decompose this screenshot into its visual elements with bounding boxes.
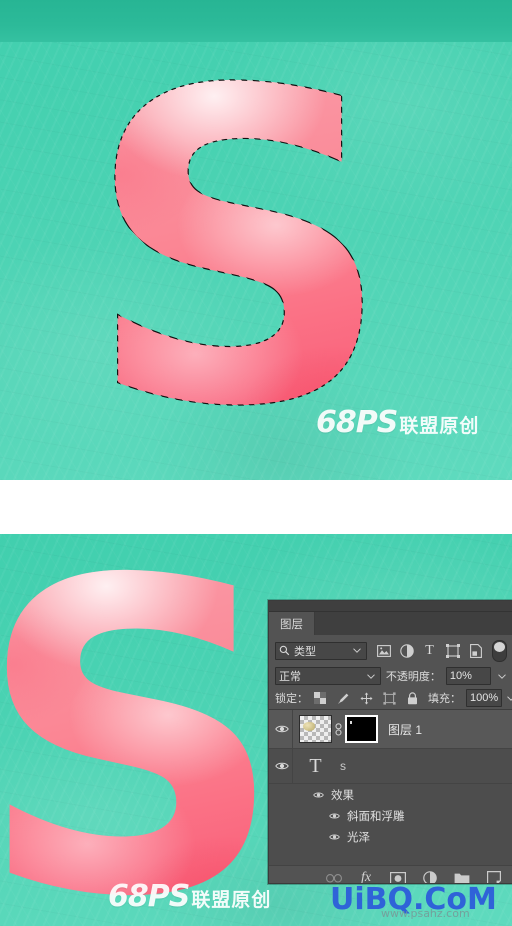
- new-group-button[interactable]: [454, 870, 470, 883]
- add-layer-mask-button[interactable]: [390, 870, 406, 883]
- watermark-68ps-top: 68PS 联盟原创: [316, 405, 479, 440]
- lock-fill-row[interactable]: 锁定： 填充： 100%: [269, 687, 512, 709]
- layer-name[interactable]: s: [340, 759, 346, 773]
- table-row[interactable]: 图层 1: [269, 710, 512, 749]
- table-row[interactable]: T s: [269, 749, 512, 784]
- effects-group-row[interactable]: 效果: [269, 784, 512, 805]
- watermark-brand: 68PS: [316, 405, 398, 440]
- opacity-input[interactable]: 10%: [445, 667, 492, 685]
- letter-s-glyph-bottom: S: [0, 534, 286, 926]
- mask-link-icon[interactable]: [332, 722, 345, 736]
- effect-visibility-toggle[interactable]: [327, 826, 341, 847]
- effect-row-satin[interactable]: 光泽: [269, 826, 512, 847]
- filter-type-icons[interactable]: T: [376, 643, 483, 658]
- before-canvas: S S 68PS 联盟原创: [0, 0, 512, 480]
- new-adjustment-layer-button[interactable]: [422, 870, 438, 883]
- filter-type-icon[interactable]: T: [422, 643, 437, 658]
- filter-kind-select[interactable]: 类型: [275, 641, 367, 660]
- lock-label: 锁定：: [275, 693, 308, 705]
- effect-row-bevel-emboss[interactable]: 斜面和浮雕: [269, 805, 512, 826]
- filter-smartobject-icon[interactable]: [468, 643, 483, 658]
- layer-effects-group[interactable]: 效果 斜面和浮雕 光泽: [269, 784, 512, 865]
- opacity-chevron-down-icon[interactable]: [496, 673, 507, 679]
- layers-panel[interactable]: 图层 类型 T 正常 不透明度： 10% 锁定： 填充： 100% 图层 1 T…: [268, 600, 512, 884]
- panel-bottom-toolbar[interactable]: fx: [269, 865, 512, 884]
- opacity-value: 10%: [449, 670, 472, 682]
- watermark-68ps-bottom: 68PS 联盟原创: [108, 879, 271, 914]
- layer-style-fx-button[interactable]: fx: [358, 870, 374, 884]
- effect-visibility-toggle[interactable]: [327, 805, 341, 826]
- layer-list[interactable]: 图层 1 T s 效果 斜面和浮雕 光泽: [269, 709, 512, 865]
- letter-s-top: S: [84, 36, 394, 466]
- letter-s-bottom: S: [0, 534, 286, 926]
- site-watermark-url: www.psahz.com: [381, 907, 470, 920]
- watermark-brand: 68PS: [108, 879, 190, 914]
- effects-visibility-toggle[interactable]: [311, 784, 325, 805]
- lock-artboard-icon[interactable]: [382, 691, 396, 705]
- fill-label: 填充：: [428, 693, 461, 705]
- tab-layers-label: 图层: [280, 618, 303, 631]
- fill-input[interactable]: 100%: [466, 689, 503, 707]
- fill-chevron-down-icon[interactable]: [507, 695, 512, 701]
- layer-thumbnail[interactable]: [299, 715, 332, 743]
- filter-enable-toggle[interactable]: [492, 639, 507, 662]
- watermark-suffix: 联盟原创: [399, 415, 480, 437]
- tab-layers[interactable]: 图层: [269, 612, 315, 635]
- new-layer-button[interactable]: [486, 870, 502, 883]
- layer-filter-row[interactable]: 类型 T: [269, 635, 512, 665]
- effect-label: 斜面和浮雕: [347, 810, 405, 823]
- lock-transparent-pixels-icon[interactable]: [313, 691, 327, 705]
- effect-label: 光泽: [347, 831, 370, 844]
- chevron-down-icon[interactable]: [365, 673, 377, 679]
- filter-pixel-icon[interactable]: [376, 643, 391, 658]
- layer-visibility-toggle[interactable]: [271, 749, 293, 783]
- blend-mode-select[interactable]: 正常: [275, 667, 381, 685]
- fill-value: 100%: [470, 692, 499, 704]
- section-divider: [0, 480, 512, 534]
- link-layers-button[interactable]: [326, 870, 342, 883]
- lock-buttons[interactable]: [313, 691, 419, 705]
- filter-kind-label: 类型: [294, 645, 316, 658]
- search-icon: [279, 645, 290, 656]
- layer-visibility-toggle[interactable]: [271, 710, 293, 748]
- effects-group-label: 效果: [331, 789, 354, 802]
- chevron-down-icon[interactable]: [351, 648, 363, 653]
- screenshot-root: S S 68PS 联盟原创 S 68PS 联盟原创 UiBQ.CoM www.p…: [0, 0, 512, 926]
- letter-s-glyph: S: [84, 1, 394, 480]
- filter-adjustment-icon[interactable]: [399, 643, 414, 658]
- layer-mask-thumbnail[interactable]: [345, 715, 378, 743]
- filter-shape-icon[interactable]: [445, 643, 460, 658]
- lock-all-icon[interactable]: [405, 691, 419, 705]
- blend-mode-value: 正常: [279, 671, 301, 683]
- panel-tab-strip[interactable]: 图层: [269, 612, 512, 635]
- layer-name[interactable]: 图层 1: [388, 721, 422, 738]
- lock-position-icon[interactable]: [359, 691, 373, 705]
- blend-opacity-row[interactable]: 正常 不透明度： 10%: [269, 665, 512, 687]
- fx-label: fx: [360, 870, 372, 884]
- layer-list-empty-space: [269, 847, 512, 865]
- panel-titlebar[interactable]: [269, 601, 512, 612]
- opacity-label: 不透明度：: [385, 671, 441, 683]
- lock-image-pixels-icon[interactable]: [336, 691, 350, 705]
- tab-strip-empty: [315, 612, 512, 635]
- watermark-suffix: 联盟原创: [191, 889, 272, 911]
- text-layer-thumbnail[interactable]: T: [299, 752, 332, 780]
